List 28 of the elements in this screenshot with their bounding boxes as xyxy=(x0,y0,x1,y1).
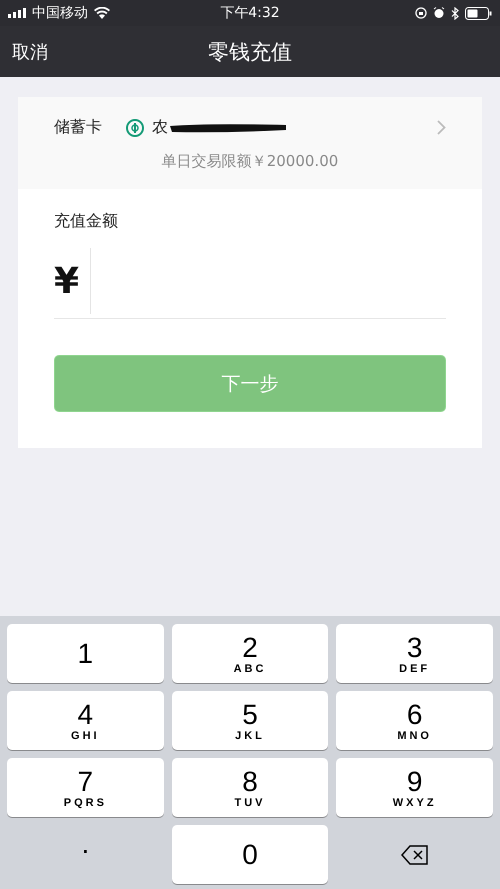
number-key[interactable]: 7 PQRS xyxy=(7,758,164,817)
bank-logo-icon xyxy=(126,118,144,136)
signal-icon xyxy=(8,8,26,18)
decimal-key[interactable]: . xyxy=(7,825,164,884)
page-title: 零钱充值 xyxy=(207,38,293,66)
daily-limit-text: 单日交易限额￥20000.00 xyxy=(162,152,338,171)
carrier-name: 中国移动 xyxy=(32,4,88,22)
backspace-icon[interactable] xyxy=(400,844,429,864)
alarm-icon xyxy=(432,7,445,19)
number-key[interactable]: 2 ABC xyxy=(172,624,328,683)
number-key[interactable]: 1 xyxy=(7,624,164,683)
bluetooth-icon xyxy=(450,6,459,20)
number-key[interactable]: 0 xyxy=(172,825,328,884)
battery-icon xyxy=(464,6,492,20)
number-key[interactable]: 8 TUV xyxy=(172,758,328,817)
wifi-icon xyxy=(94,7,110,19)
bank-name: 农 xyxy=(152,117,168,138)
number-key[interactable]: 4 GHI xyxy=(7,691,164,750)
status-time: 下午4:32 xyxy=(220,4,280,22)
number-key[interactable]: 9 WXYZ xyxy=(336,758,493,817)
number-key[interactable]: 6 MNO xyxy=(336,691,493,750)
cancel-link[interactable]: 取消 xyxy=(12,40,112,64)
number-key[interactable]: 5 JKL xyxy=(172,691,328,750)
card-type-label: 储蓄卡 xyxy=(54,117,102,138)
rotation-lock-icon xyxy=(414,7,427,19)
amount-label: 充值金额 xyxy=(54,211,119,232)
number-key[interactable]: 3 DEF xyxy=(336,624,493,683)
amount-field[interactable]: ¥ xyxy=(54,244,446,319)
